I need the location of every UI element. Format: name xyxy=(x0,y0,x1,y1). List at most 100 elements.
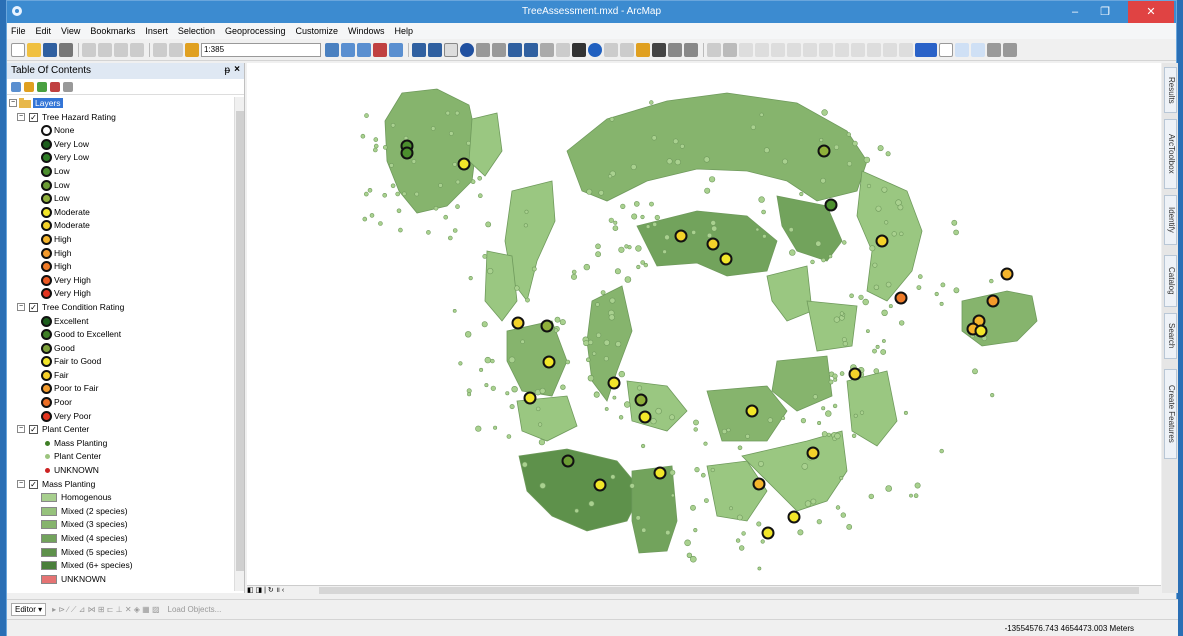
plant-center-point[interactable] xyxy=(475,425,482,432)
plant-center-point[interactable] xyxy=(643,262,648,268)
back-extent-icon[interactable] xyxy=(508,42,522,57)
plant-center-point[interactable] xyxy=(583,340,590,347)
plant-center-point[interactable] xyxy=(514,285,520,291)
legend-item[interactable]: Low xyxy=(7,192,235,206)
plant-center-point[interactable] xyxy=(654,214,660,221)
full-extent-icon[interactable] xyxy=(460,42,474,57)
toc-scrollbar[interactable] xyxy=(234,97,244,591)
plant-center-point[interactable] xyxy=(595,332,602,338)
plant-center-point[interactable] xyxy=(899,231,904,237)
layer-tree-condition-rating[interactable]: − ✓ Tree Condition Rating xyxy=(7,301,235,315)
plant-center-point[interactable] xyxy=(833,377,838,382)
plant-center-point[interactable] xyxy=(735,538,741,543)
plant-center-point[interactable] xyxy=(490,358,495,364)
plant-center-point[interactable] xyxy=(873,284,880,290)
menu-edit[interactable]: Edit xyxy=(36,26,52,36)
legend-item[interactable]: Good to Excellent xyxy=(7,328,235,342)
plant-center-point[interactable] xyxy=(640,214,645,220)
legend-item[interactable]: Very Low xyxy=(7,138,235,152)
plant-center-point[interactable] xyxy=(690,504,696,511)
plant-center-point[interactable] xyxy=(452,162,458,167)
legend-item[interactable]: Moderate xyxy=(7,206,235,220)
plant-center-point[interactable] xyxy=(470,179,476,184)
menu-help[interactable]: Help xyxy=(395,26,414,36)
plant-center-point[interactable] xyxy=(763,147,770,154)
plant-center-point[interactable] xyxy=(484,356,491,364)
plant-center-point[interactable] xyxy=(468,276,473,281)
plant-center-point[interactable] xyxy=(560,384,566,390)
legend-circle-symbol[interactable] xyxy=(41,261,52,273)
plant-center-point[interactable] xyxy=(382,145,388,150)
plant-center-point[interactable] xyxy=(839,371,845,376)
plant-center-point[interactable] xyxy=(665,529,671,536)
identify-tab[interactable]: Identify xyxy=(1164,195,1177,245)
rated-tree-point[interactable] xyxy=(634,393,648,407)
legend-circle-symbol[interactable] xyxy=(41,342,52,354)
plant-center-point[interactable] xyxy=(612,395,617,400)
plant-center-point[interactable] xyxy=(858,294,864,300)
plant-center-point[interactable] xyxy=(888,304,893,309)
legend-circle-symbol[interactable] xyxy=(41,125,52,137)
plant-center-point[interactable] xyxy=(553,328,559,333)
minimize-button[interactable]: – xyxy=(1060,1,1090,23)
plant-center-point[interactable] xyxy=(761,209,766,215)
rated-tree-point[interactable] xyxy=(719,252,733,266)
rated-tree-point[interactable] xyxy=(561,454,575,468)
toc-close-button[interactable]: × xyxy=(234,64,240,75)
legend-item[interactable]: Very High xyxy=(7,274,235,288)
menu-bookmarks[interactable]: Bookmarks xyxy=(90,26,135,36)
measure-icon[interactable] xyxy=(636,42,650,57)
plant-center-point[interactable] xyxy=(972,368,978,375)
plant-center-point[interactable] xyxy=(710,220,717,226)
legend-item[interactable]: None xyxy=(7,124,235,138)
plant-center-point[interactable] xyxy=(737,445,743,451)
delete-icon[interactable] xyxy=(130,42,144,57)
color-dropdown-icon[interactable] xyxy=(939,42,953,57)
map-canvas[interactable] xyxy=(247,63,1161,585)
create-features-tab[interactable]: Create Features xyxy=(1164,369,1177,459)
toc-scrollbar-thumb[interactable] xyxy=(236,111,244,571)
plant-center-point[interactable] xyxy=(538,439,546,446)
legend-item[interactable]: Very Poor xyxy=(7,410,235,424)
plant-center-point[interactable] xyxy=(875,205,882,212)
plant-center-point[interactable] xyxy=(755,227,760,232)
rated-tree-point[interactable] xyxy=(540,319,554,333)
plant-center-point[interactable] xyxy=(539,482,546,489)
plant-center-point[interactable] xyxy=(891,231,897,237)
layout-tool-icon[interactable] xyxy=(835,42,849,57)
legend-point-symbol[interactable] xyxy=(45,440,50,446)
legend-item[interactable]: High xyxy=(7,260,235,274)
plant-center-point[interactable] xyxy=(649,201,654,207)
plant-center-point[interactable] xyxy=(839,475,844,480)
plant-center-point[interactable] xyxy=(758,460,764,467)
plant-center-point[interactable] xyxy=(833,144,840,150)
plant-center-point[interactable] xyxy=(881,309,888,316)
plant-center-point[interactable] xyxy=(846,132,851,137)
legend-polygon-symbol[interactable] xyxy=(41,547,57,557)
editor-menu-button[interactable]: Editor ▾ xyxy=(11,603,47,616)
plant-center-point[interactable] xyxy=(706,232,713,239)
plant-center-point[interactable] xyxy=(691,229,697,235)
plant-center-point[interactable] xyxy=(608,217,614,223)
list-by-drawing-order-icon[interactable] xyxy=(11,81,21,92)
plant-center-point[interactable] xyxy=(607,174,613,179)
clear-selection-icon[interactable] xyxy=(556,42,570,57)
plant-center-point[interactable] xyxy=(669,469,676,476)
plant-center-point[interactable] xyxy=(505,391,510,396)
plant-center-point[interactable] xyxy=(686,552,693,558)
plant-center-point[interactable] xyxy=(369,213,375,218)
plant-center-point[interactable] xyxy=(414,191,420,197)
plant-center-point[interactable] xyxy=(738,545,745,551)
map-scale-input[interactable]: 1:385 xyxy=(201,42,321,57)
plant-center-point[interactable] xyxy=(710,467,715,473)
plant-center-point[interactable] xyxy=(613,220,618,225)
plant-center-point[interactable] xyxy=(800,418,807,424)
rated-tree-point[interactable] xyxy=(674,229,688,243)
legend-circle-symbol[interactable] xyxy=(41,356,52,368)
fill-color-icon[interactable] xyxy=(915,42,937,57)
plant-center-point[interactable] xyxy=(741,531,746,536)
plant-center-point[interactable] xyxy=(363,191,369,197)
legend-item[interactable]: Mixed (4 species) xyxy=(7,532,235,546)
plant-center-point[interactable] xyxy=(863,156,871,164)
plant-center-point[interactable] xyxy=(903,410,908,415)
